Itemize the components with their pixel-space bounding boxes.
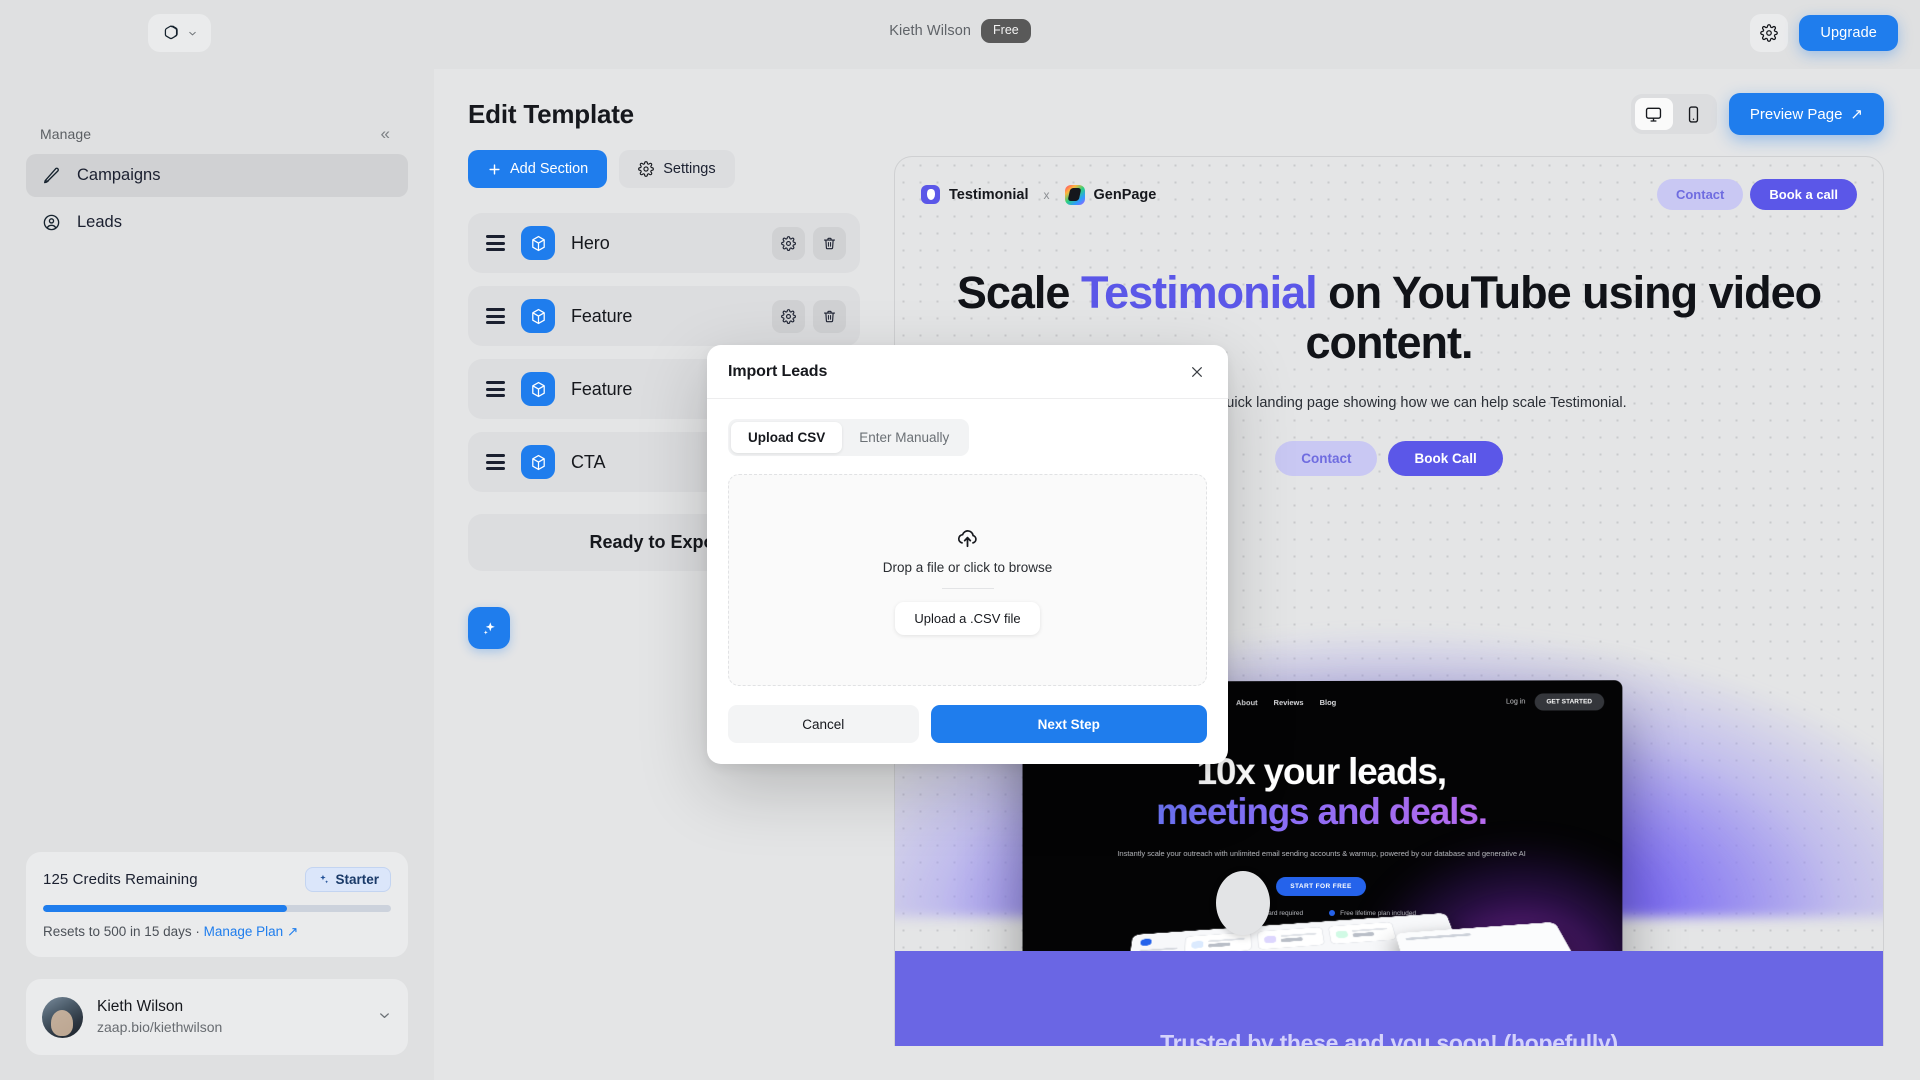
close-icon[interactable]	[1187, 362, 1207, 382]
modal-body: Upload CSV Enter Manually Drop a file or…	[707, 399, 1228, 686]
modal-title: Import Leads	[728, 363, 827, 381]
csv-dropzone[interactable]: Drop a file or click to browse Upload a …	[728, 474, 1207, 686]
tab-upload-csv[interactable]: Upload CSV	[731, 422, 842, 453]
import-mode-tabs: Upload CSV Enter Manually	[728, 419, 969, 456]
cancel-button[interactable]: Cancel	[728, 705, 919, 743]
import-leads-modal: Import Leads Upload CSV Enter Manually D…	[707, 345, 1228, 764]
modal-overlay: Import Leads Upload CSV Enter Manually D…	[0, 0, 1920, 1080]
cloud-upload-icon	[955, 526, 980, 551]
divider	[942, 588, 994, 589]
dropzone-text: Drop a file or click to browse	[883, 560, 1053, 575]
upload-csv-button[interactable]: Upload a .CSV file	[895, 602, 1039, 635]
app-root: Kieth Wilson Free Upgrade Manage «	[0, 0, 1920, 1080]
modal-footer: Cancel Next Step	[707, 686, 1228, 764]
tab-enter-manually[interactable]: Enter Manually	[842, 422, 966, 453]
next-step-button[interactable]: Next Step	[931, 705, 1207, 743]
modal-header: Import Leads	[707, 345, 1228, 399]
